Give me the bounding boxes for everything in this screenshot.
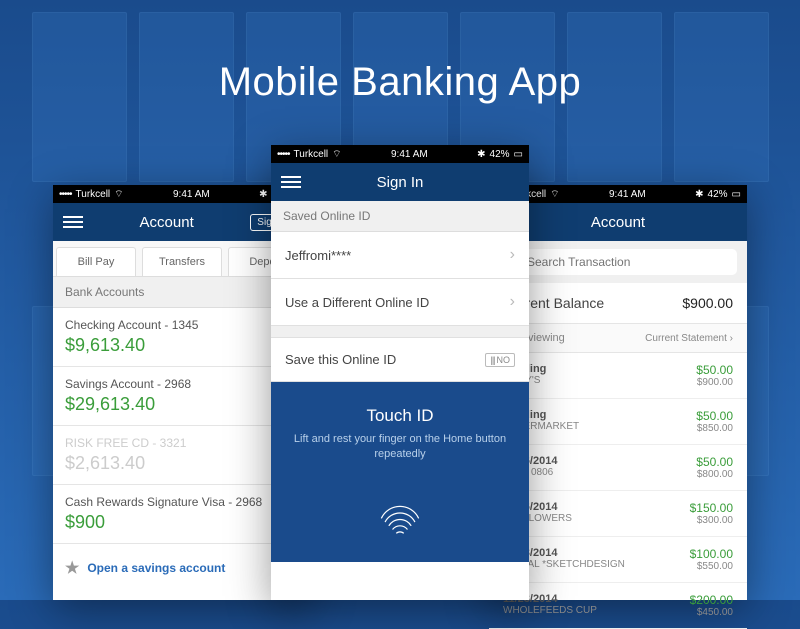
txn-merchant: WHOLEFEEDS CUP <box>503 605 597 616</box>
search-input[interactable] <box>499 249 737 275</box>
txn-balance: $900.00 <box>696 377 733 388</box>
battery-label: 42% <box>708 189 728 200</box>
toggle-state: NO <box>497 355 511 365</box>
txn-amount: $100.00 <box>690 547 733 561</box>
wifi-icon: ⌔ <box>114 188 123 201</box>
nav-title: Account <box>83 214 250 231</box>
touchid-panel: Touch ID Lift and rest your finger on th… <box>271 382 529 562</box>
promo-label: Open a savings account <box>87 561 225 575</box>
phone-mockups: •••••Turkcell⌔ 9:41 AM ✱42%▭ Account Sig… <box>0 145 800 600</box>
star-icon: ★ <box>65 558 79 578</box>
txn-balance: $800.00 <box>696 469 733 480</box>
different-id-label: Use a Different Online ID <box>285 295 429 310</box>
nav-title: Sign In <box>301 174 499 191</box>
phone-signin: ••••• Turkcell⌔ 9:41 AM ✱ 42% ▭ Sign In Sav… <box>271 145 529 600</box>
chevron-right-icon: › <box>510 246 515 264</box>
account-balance: $900 <box>65 512 299 533</box>
save-id-label: Save this Online ID <box>285 352 396 367</box>
bluetooth-icon: ✱ <box>695 189 703 200</box>
menu-icon[interactable] <box>281 176 301 188</box>
fingerprint-icon <box>372 481 428 537</box>
txn-amount: $50.00 <box>696 409 733 423</box>
saved-id-value: Jeffromi**** <box>285 248 351 263</box>
hero-title: Mobile Banking App <box>0 60 800 105</box>
txn-amount: $50.00 <box>696 455 733 469</box>
txn-balance: $550.00 <box>690 561 733 572</box>
saved-id-header: Saved Online ID <box>271 201 529 232</box>
account-balance: $2,613.40 <box>65 453 299 474</box>
balance-amount: $900.00 <box>682 295 733 311</box>
txn-balance: $300.00 <box>690 515 733 526</box>
saved-id-row[interactable]: Jeffromi**** › <box>271 232 529 279</box>
toggle-switch[interactable]: |||NO <box>485 353 515 367</box>
statement-link[interactable]: Current Statement › <box>645 333 733 344</box>
account-name: Cash Rewards Signature Visa - 2968 <box>65 495 299 509</box>
battery-icon: ▭ <box>732 189 741 200</box>
bluetooth-icon: ✱ <box>477 149 485 160</box>
battery-label: 42% <box>490 149 510 160</box>
wifi-icon: ⌔ <box>550 188 559 201</box>
clock-label: 9:41 AM <box>391 149 428 160</box>
txn-balance: $450.00 <box>690 607 733 618</box>
account-name: RISK FREE CD - 3321 <box>65 436 299 450</box>
chevron-right-icon: › <box>510 293 515 311</box>
txn-amount: $150.00 <box>690 501 733 515</box>
signal-icon: ••••• <box>59 189 72 200</box>
txn-amount: $50.00 <box>696 363 733 377</box>
touchid-subtitle: Lift and rest your finger on the Home bu… <box>291 432 509 463</box>
account-balance: $29,613.40 <box>65 394 299 415</box>
nav-bar: Sign In <box>271 163 529 201</box>
clock-label: 9:41 AM <box>609 189 646 200</box>
carrier-label: Turkcell <box>294 149 329 160</box>
account-name: Checking Account - 1345 <box>65 318 299 332</box>
account-balance: $9,613.40 <box>65 335 299 356</box>
clock-label: 9:41 AM <box>173 189 210 200</box>
account-name: Savings Account - 2968 <box>65 377 299 391</box>
wifi-icon: ⌔ <box>332 148 341 161</box>
tab-transfers[interactable]: Transfers <box>142 247 222 276</box>
touchid-title: Touch ID <box>291 406 509 426</box>
nav-title: Account <box>519 214 717 231</box>
battery-icon: ▭ <box>514 149 523 160</box>
bluetooth-icon: ✱ <box>259 189 267 200</box>
status-bar: ••••• Turkcell⌔ 9:41 AM ✱ 42% ▭ <box>271 145 529 163</box>
signal-icon: ••••• <box>277 149 290 160</box>
menu-icon[interactable] <box>63 216 83 228</box>
tab-billpay[interactable]: Bill Pay <box>56 247 136 276</box>
txn-amount: $200.00 <box>690 593 733 607</box>
different-id-row[interactable]: Use a Different Online ID › <box>271 279 529 326</box>
carrier-label: Turkcell <box>76 189 111 200</box>
txn-balance: $850.00 <box>696 423 733 434</box>
save-id-toggle-row[interactable]: Save this Online ID |||NO <box>271 338 529 382</box>
